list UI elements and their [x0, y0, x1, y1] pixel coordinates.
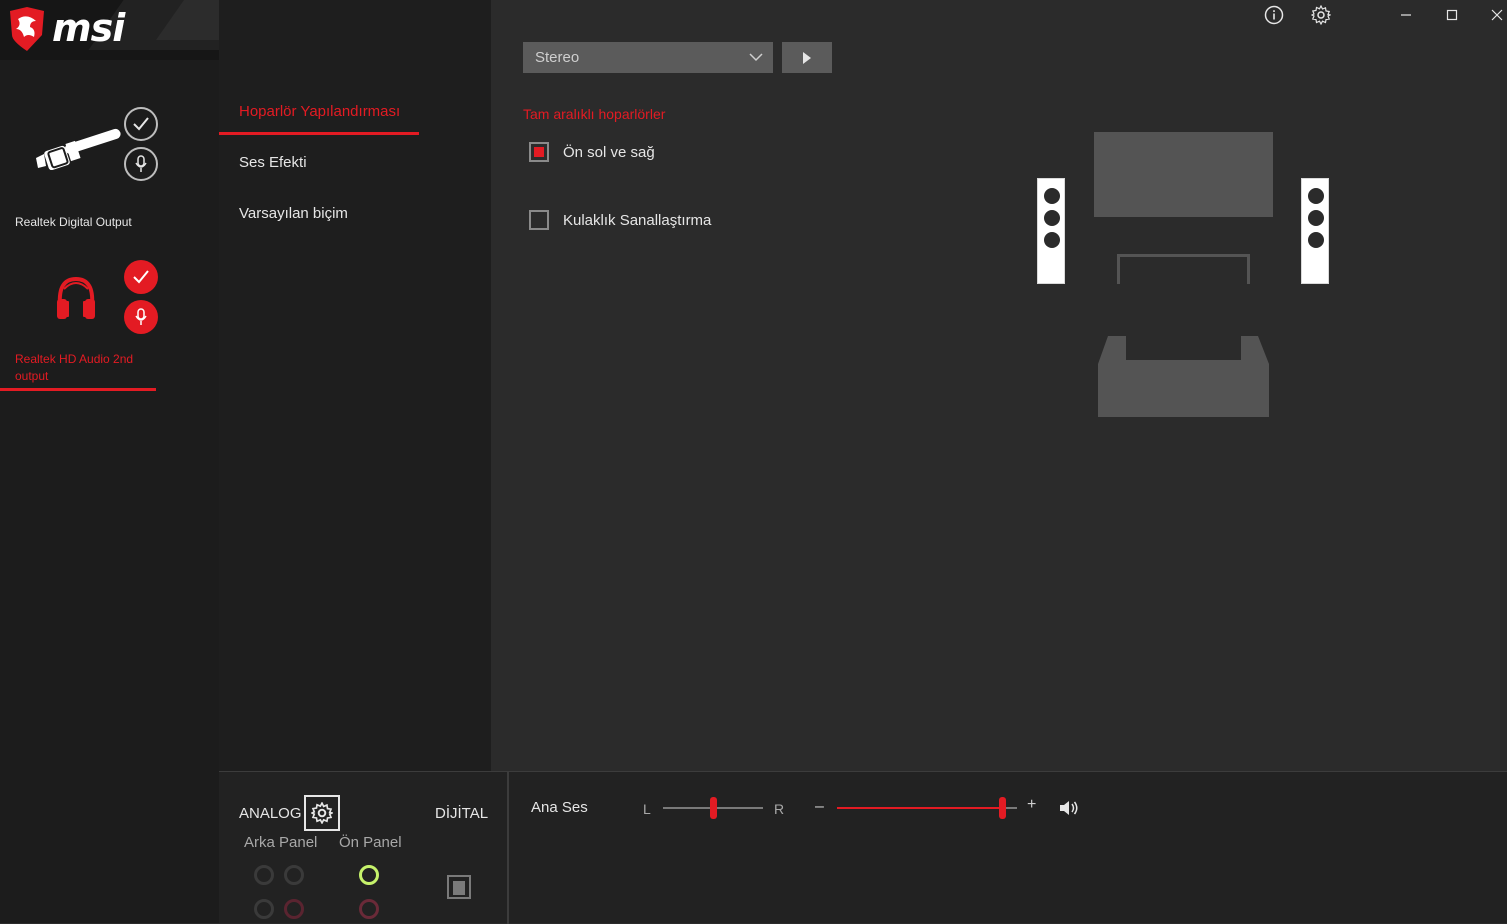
balance-slider-thumb[interactable] — [709, 797, 717, 819]
headphones-icon — [57, 276, 95, 319]
master-volume-label: Ana Ses — [531, 799, 588, 816]
chevron-down-icon — [749, 53, 763, 62]
headphone-virtualization-checkbox[interactable] — [529, 210, 549, 230]
volume-slider-thumb[interactable] — [999, 797, 1007, 819]
close-icon[interactable] — [1484, 4, 1507, 26]
front-mic-jack[interactable] — [359, 899, 379, 919]
balance-left-label: L — [643, 801, 651, 817]
play-test-button[interactable] — [782, 42, 832, 73]
settings-nav: Hoparlör Yapılandırması Ses Efekti Varsa… — [219, 0, 491, 771]
nav-item-speaker-config[interactable]: Hoparlör Yapılandırması — [239, 103, 400, 120]
bottom-bar: ANALOG DİJİTAL Arka Panel Ön Panel Ana S… — [219, 771, 1507, 924]
section-title: Tam aralıklı hoparlörler — [523, 106, 666, 122]
spdif-output-icon[interactable] — [447, 875, 471, 899]
maximize-icon[interactable] — [1439, 4, 1465, 26]
connector-panel: ANALOG DİJİTAL Arka Panel Ön Panel — [219, 772, 509, 924]
device-label: Realtek HD Audio 2nd output — [15, 352, 134, 383]
front-panel-label: Ön Panel — [339, 834, 402, 851]
front-left-right-checkbox[interactable] — [529, 142, 549, 162]
nav-item-default-format[interactable]: Varsayılan biçim — [239, 205, 348, 222]
info-icon[interactable] — [1261, 4, 1287, 26]
microphone-icon[interactable] — [124, 147, 158, 181]
msi-logo-text: msi — [52, 6, 125, 50]
volume-increase-button[interactable]: + — [1027, 796, 1036, 814]
front-left-speaker-icon[interactable] — [1037, 178, 1065, 284]
master-volume-slider[interactable] — [837, 807, 1017, 809]
sofa-illustration — [1098, 336, 1269, 417]
front-headphone-jack[interactable] — [359, 865, 379, 885]
active-tab-indicator — [219, 132, 419, 135]
volume-decrease-button[interactable]: – — [815, 798, 824, 816]
front-right-speaker-icon[interactable] — [1301, 178, 1329, 284]
nav-item-sound-effect[interactable]: Ses Efekti — [239, 154, 307, 171]
table-illustration — [1117, 254, 1250, 284]
headphone-virtualization-label: Kulaklık Sanallaştırma — [563, 211, 712, 229]
speaker-config-select[interactable]: Stereo — [523, 42, 773, 73]
balance-right-label: R — [774, 801, 785, 817]
device-digital-output[interactable]: Realtek Digital Output — [0, 100, 219, 240]
front-left-right-label: Ön sol ve sağ — [563, 143, 655, 161]
rear-jack[interactable] — [254, 865, 274, 885]
headphone-virtualization-option[interactable]: Kulaklık Sanallaştırma — [529, 210, 711, 230]
tv-illustration — [1094, 132, 1273, 217]
volume-fill — [837, 807, 1003, 809]
microphone-icon[interactable] — [124, 300, 158, 334]
digital-label: DİJİTAL — [435, 805, 489, 822]
gear-icon[interactable] — [1308, 4, 1334, 26]
speaker-config-value: Stereo — [535, 49, 580, 66]
logo-bar: msi — [0, 0, 219, 60]
rca-plug-icon — [36, 128, 121, 170]
minimize-icon[interactable] — [1393, 4, 1419, 26]
active-device-indicator — [0, 388, 156, 391]
rear-jack[interactable] — [254, 899, 274, 919]
device-label: Realtek Digital Output — [15, 215, 132, 229]
msi-dragon-logo — [10, 7, 44, 51]
default-device-icon[interactable] — [124, 107, 158, 141]
rear-panel-label: Arka Panel — [244, 834, 318, 851]
front-left-right-option[interactable]: Ön sol ve sağ — [529, 142, 655, 162]
device-panel: msi Realtek Digital Output Realtek HD Au… — [0, 0, 219, 923]
device-hd-audio-2nd[interactable]: Realtek HD Audio 2nd output — [0, 255, 219, 395]
analog-settings-button[interactable] — [304, 795, 340, 831]
play-icon — [803, 51, 811, 64]
rear-jack[interactable] — [284, 865, 304, 885]
analog-label: ANALOG — [239, 805, 302, 822]
gear-icon — [311, 802, 333, 824]
speaker-volume-icon[interactable] — [1059, 800, 1079, 816]
rear-mic-jack[interactable] — [284, 899, 304, 919]
default-device-icon[interactable] — [124, 260, 158, 294]
